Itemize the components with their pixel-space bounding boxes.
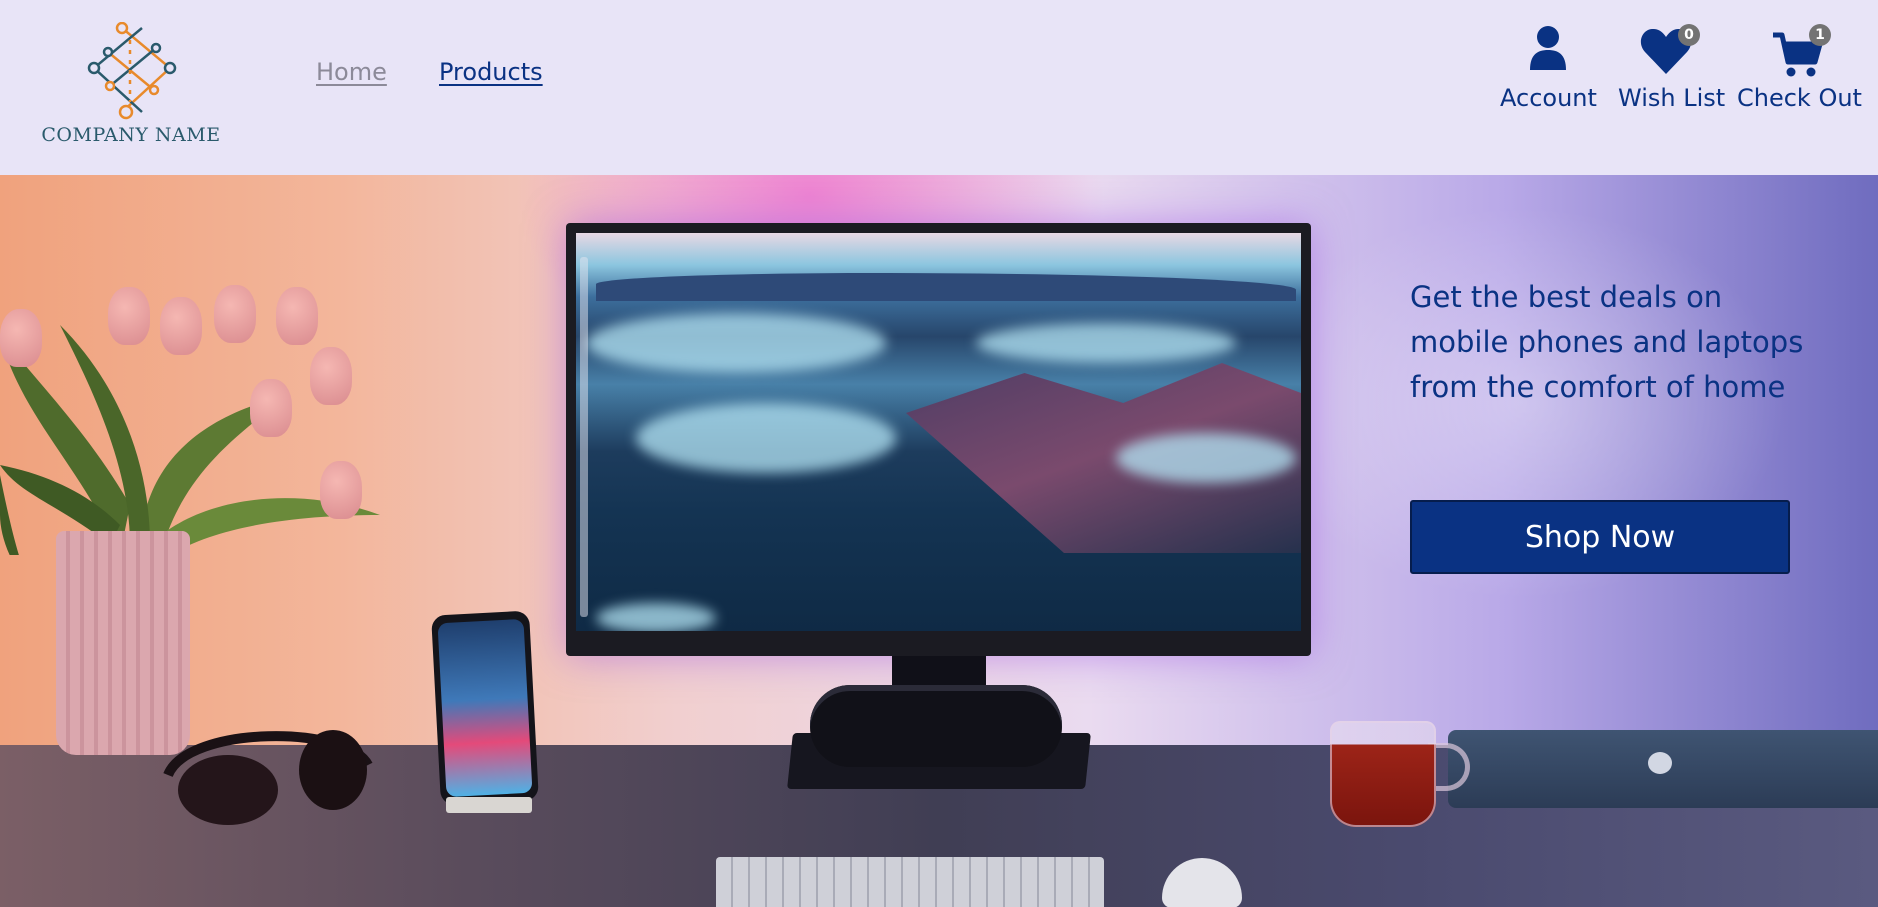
cart-icon: 1: [1769, 24, 1831, 77]
smartphone: [431, 610, 539, 806]
hero-tagline: Get the best deals on mobile phones and …: [1410, 280, 1804, 404]
wishlist-count-badge: 0: [1678, 24, 1700, 46]
cart-count-badge: 1: [1809, 24, 1831, 46]
wishlist-button[interactable]: 0 Wish List: [1618, 24, 1726, 112]
phone-stand: [446, 797, 532, 813]
tulip: [214, 285, 256, 343]
tulip: [276, 287, 318, 345]
shop-now-button[interactable]: Shop Now: [1410, 500, 1790, 574]
company-logo[interactable]: COMPANY NAME: [36, 22, 226, 152]
company-name: COMPANY NAME: [41, 124, 221, 146]
heart-icon: 0: [1640, 24, 1700, 76]
account-button[interactable]: Account: [1500, 24, 1597, 112]
wishlist-label: Wish List: [1618, 84, 1726, 112]
tulip: [310, 347, 352, 405]
monitor-image: [566, 223, 1311, 656]
headphones: [163, 730, 373, 825]
tulip: [108, 287, 150, 345]
phone-screen: [437, 618, 533, 798]
apple-logo-icon: [1648, 752, 1672, 774]
monitor-screen: [576, 233, 1301, 631]
keyboard: [716, 857, 1104, 907]
speaker: [810, 685, 1062, 767]
tulip: [320, 461, 362, 519]
checkout-label: Check Out: [1737, 84, 1862, 112]
account-label: Account: [1500, 84, 1597, 112]
tulip: [250, 379, 292, 437]
tulip: [160, 297, 202, 355]
nav-home-link[interactable]: Home: [316, 58, 387, 86]
checkout-button[interactable]: 1 Check Out: [1737, 24, 1862, 112]
site-header: COMPANY NAME Home Products Account 0 Wis…: [0, 0, 1878, 175]
nav-products-link[interactable]: Products: [439, 58, 543, 86]
user-icon: [1500, 24, 1596, 76]
screen-dock: [580, 257, 588, 617]
tea-mug: [1330, 721, 1436, 827]
hero-banner: Get the best deals on mobile phones and …: [0, 175, 1878, 907]
tulip: [0, 309, 42, 367]
diamond-network-logo-icon: [87, 22, 177, 120]
